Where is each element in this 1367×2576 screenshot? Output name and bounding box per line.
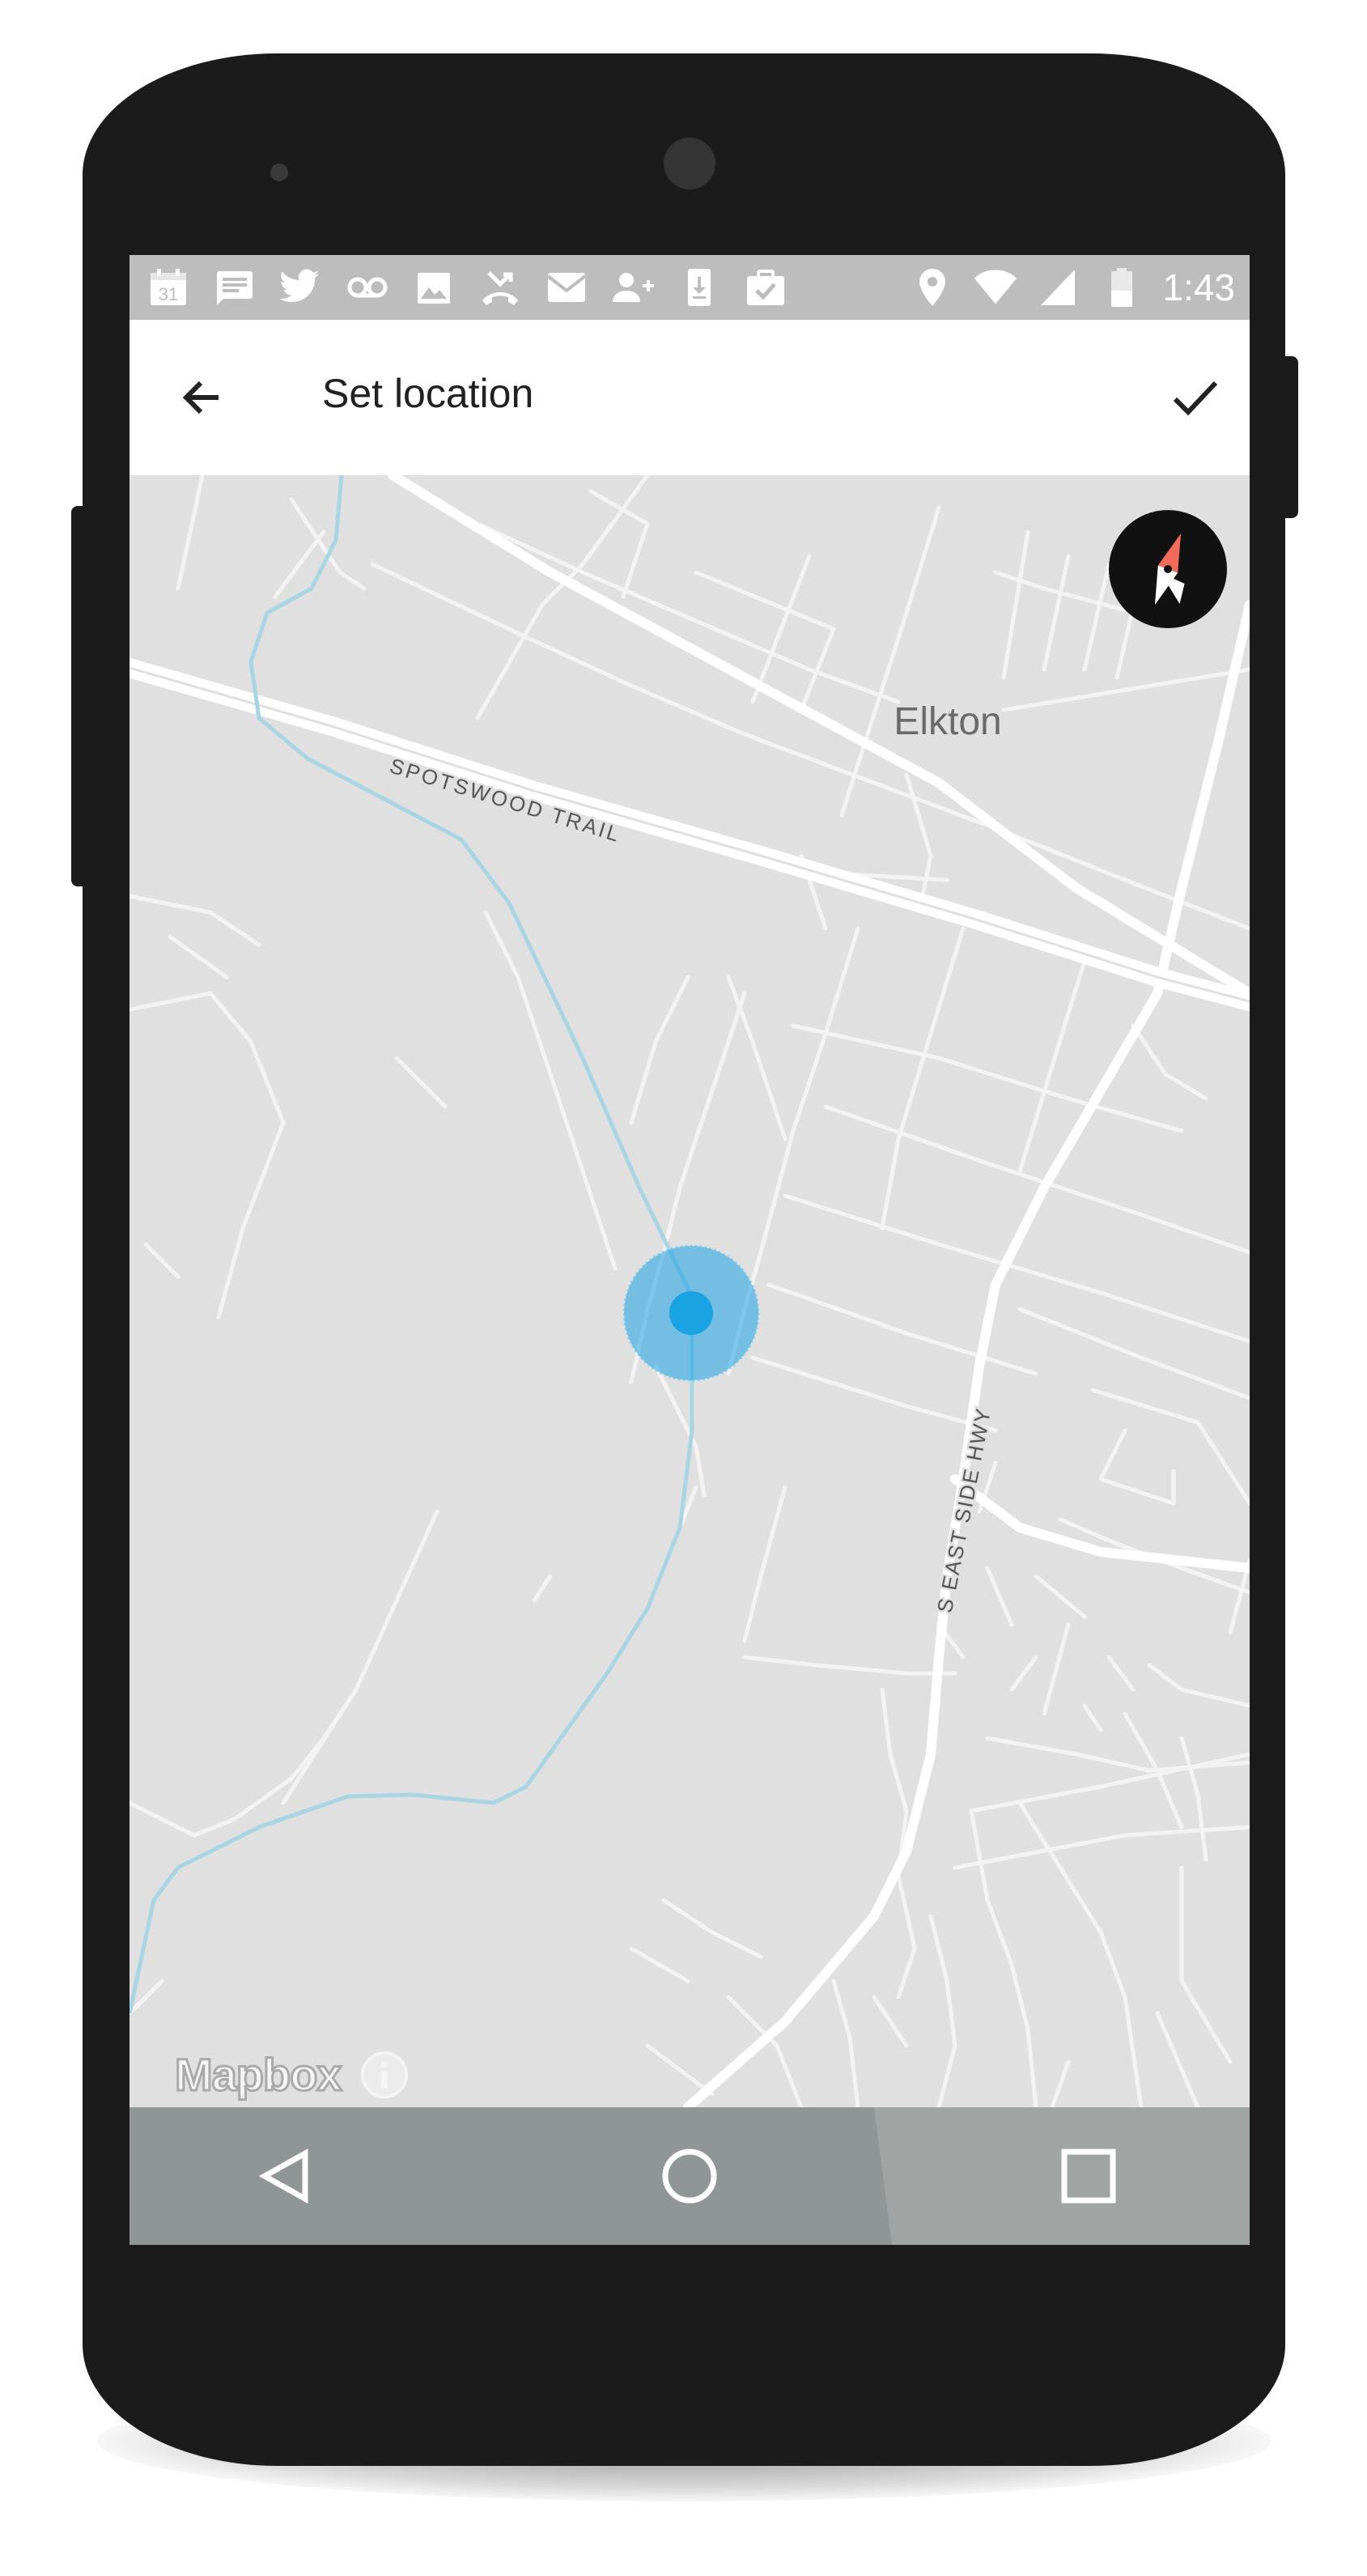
phone-screen: 31 1:43 Set location Elkton SPOTSWOOD TR… — [129, 255, 1250, 2245]
nav-recents-button[interactable] — [1048, 2136, 1129, 2217]
town-label: Elkton — [894, 700, 1001, 743]
recents-icon — [1061, 2149, 1116, 2204]
back-button[interactable] — [170, 365, 235, 430]
message-icon — [212, 265, 257, 310]
navigation-bar — [129, 2107, 1250, 2245]
battery-icon — [1099, 265, 1144, 310]
add-contact-icon — [610, 265, 656, 310]
system-status: 1:43 — [910, 263, 1235, 312]
arrow-left-icon — [182, 380, 219, 414]
twitter-icon — [278, 265, 324, 310]
map-attribution: Mapbox — [174, 2048, 410, 2102]
user-location-marker[interactable] — [622, 1244, 760, 1382]
calendar-day: 31 — [159, 284, 178, 304]
nav-home-button[interactable] — [649, 2136, 730, 2217]
confirm-button[interactable] — [1162, 365, 1227, 430]
home-icon — [662, 2149, 717, 2204]
compass-icon — [1154, 533, 1185, 606]
compass-button[interactable] — [1109, 510, 1227, 628]
mapbox-logo: Mapbox — [174, 2048, 344, 2102]
front-camera — [664, 138, 715, 189]
status-bar: 31 1:43 — [129, 255, 1250, 320]
voicemail-icon — [345, 265, 390, 310]
info-button[interactable] — [359, 2050, 410, 2100]
clock: 1:43 — [1162, 266, 1235, 308]
missed-call-icon — [478, 265, 523, 310]
location-icon — [910, 265, 955, 310]
notification-icons: 31 — [146, 263, 788, 312]
check-icon — [1173, 380, 1218, 416]
app-bar: Set location — [129, 320, 1250, 475]
map-view[interactable]: Elkton SPOTSWOOD TRAIL S EAST SIDE HWY — [129, 475, 1250, 2107]
back-icon — [258, 2149, 308, 2204]
page-title: Set location — [322, 371, 534, 416]
clipboard-check-icon — [743, 265, 788, 310]
cellular-signal-icon — [1036, 265, 1081, 310]
image-icon — [411, 265, 456, 310]
download-icon — [677, 265, 722, 310]
wifi-icon — [973, 265, 1018, 310]
calendar-icon: 31 — [146, 265, 191, 310]
email-icon — [544, 265, 589, 310]
info-icon — [360, 2051, 408, 2098]
earpiece-speaker — [270, 164, 288, 181]
nav-back-button[interactable] — [247, 2136, 328, 2217]
